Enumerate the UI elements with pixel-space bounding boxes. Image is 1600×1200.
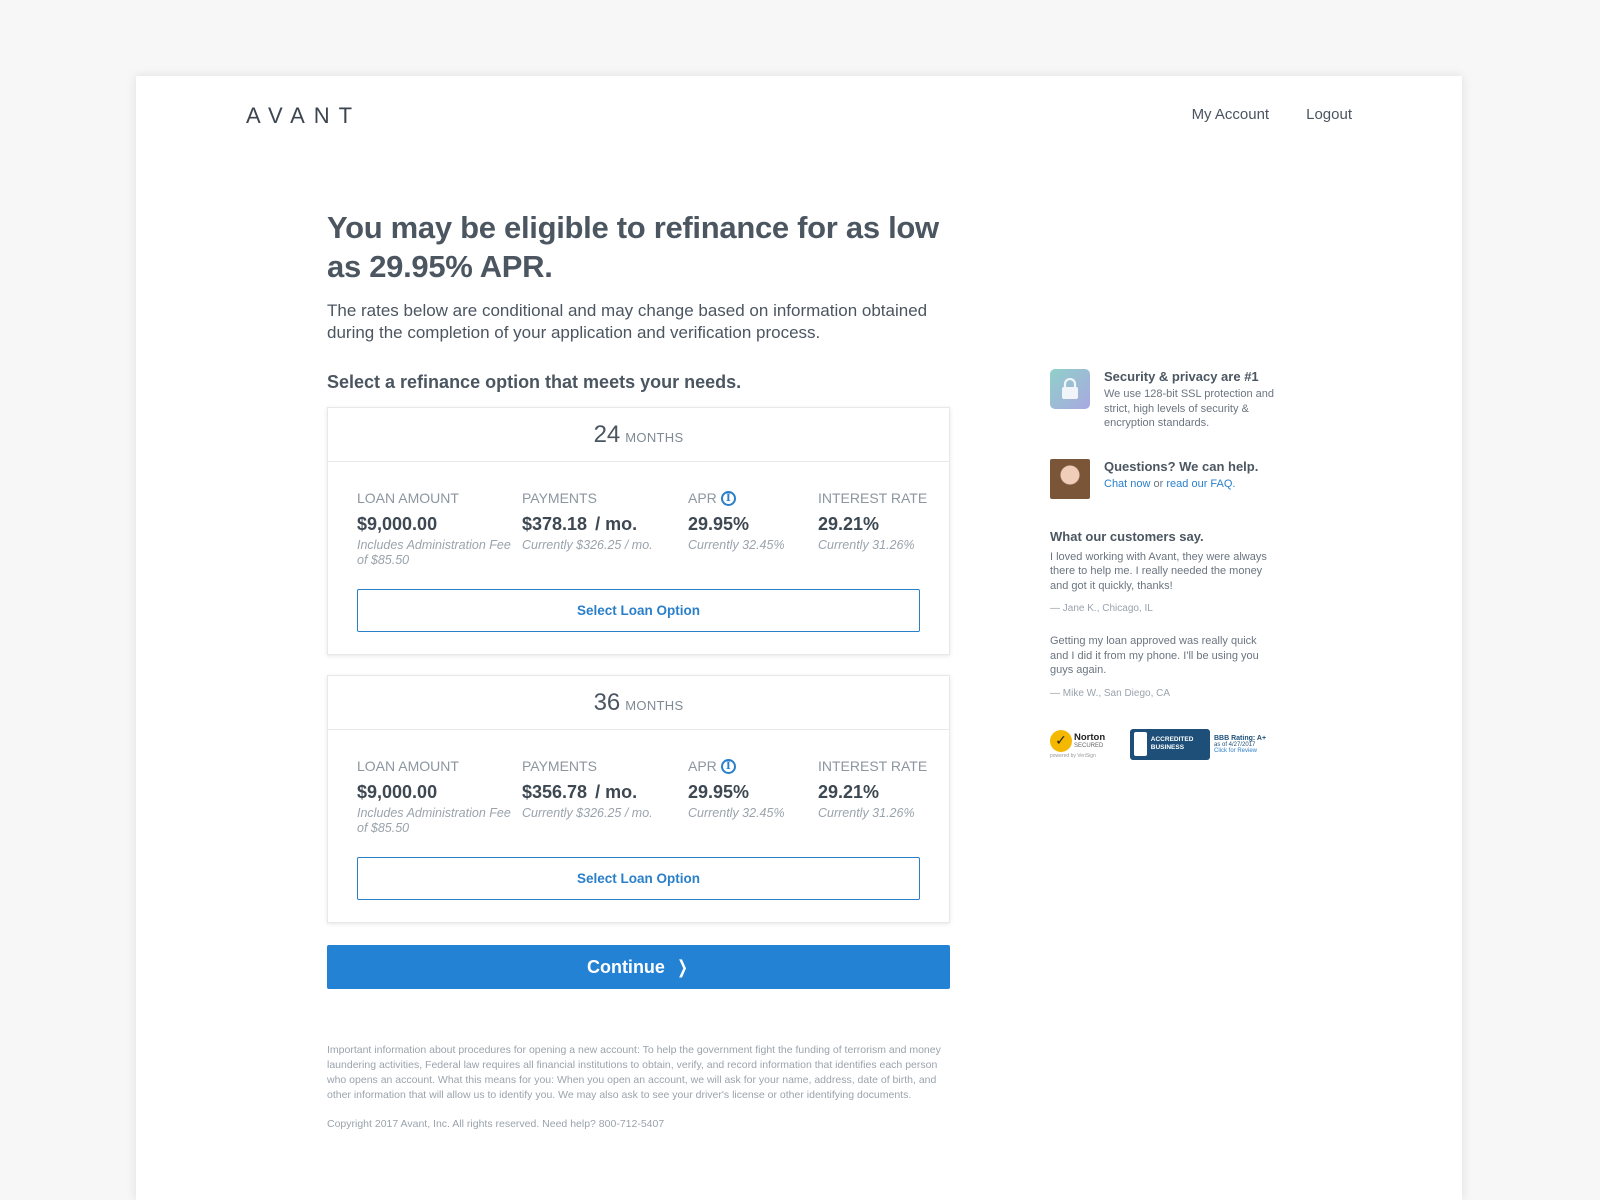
security-text: We use 128-bit SSL protection and strict… [1104, 388, 1274, 429]
info-icon[interactable]: i [720, 490, 736, 506]
norton-name: Norton [1074, 731, 1106, 743]
top-nav: My Account Logout [1192, 106, 1352, 123]
bbb-logo-icon [1134, 732, 1147, 756]
bbb-rating: BBB Rating: A+ [1214, 734, 1267, 742]
page-title: You may be eligible to refinance for as … [327, 210, 939, 284]
logo-text: AVANT [246, 103, 362, 128]
page-container: AVANT My Account Logout You may be eligi… [136, 76, 1462, 1200]
security-block: Security & privacy are #1 We use 128-bit… [1050, 369, 1280, 431]
loan-amount-col: LOAN AMOUNT $9,000.00 Includes Administr… [357, 757, 522, 836]
loan-amount-note: Includes Administration Fee of $85.50 [357, 806, 511, 835]
testimonial-author: — Mike W., San Diego, CA [1050, 687, 1171, 699]
help-or: or [1153, 477, 1164, 490]
apr-label: APR [688, 758, 717, 774]
interest-rate-value: 29.21% [818, 514, 880, 534]
apr-value: 29.95% [688, 782, 750, 802]
testimonials-heading: What our customers say. [1050, 528, 1204, 544]
term-unit: MONTHS [625, 429, 684, 445]
sidebar: Security & privacy are #1 We use 128-bit… [1050, 369, 1280, 760]
apr-col: APR i 29.95% Currently 32.45% [688, 757, 818, 836]
payments-col: PAYMENTS $378.18 / mo. Currently $326.25 … [522, 489, 688, 568]
loan-option-card: 24 MONTHS LOAN AMOUNT $9,000.00 Includes… [327, 407, 950, 655]
select-loan-option-button[interactable]: Select Loan Option [357, 857, 920, 900]
info-icon[interactable]: i [720, 758, 736, 774]
bbb-review-link[interactable]: Click for Review [1214, 748, 1257, 754]
select-heading: Select a refinance option that meets you… [327, 372, 742, 392]
term-header: 36 MONTHS [328, 676, 949, 730]
nav-my-account[interactable]: My Account [1192, 106, 1270, 123]
continue-label: Continue [586, 956, 665, 977]
testimonial-quote: Getting my loan approved was really quic… [1050, 635, 1259, 676]
avatar [1050, 458, 1090, 499]
payments-label: PAYMENTS [522, 490, 597, 506]
loan-amount-col: LOAN AMOUNT $9,000.00 Includes Administr… [357, 489, 522, 568]
payments-label: PAYMENTS [522, 758, 597, 774]
checkmark-icon: ✓ [1050, 729, 1072, 752]
security-title: Security & privacy are #1 [1104, 369, 1259, 384]
norton-seal[interactable]: ✓ Norton SECURED powered by VeriSign [1050, 729, 1112, 759]
payment-value: $378.18 [522, 514, 588, 534]
interest-rate-note: Currently 31.26% [818, 538, 915, 552]
interest-rate-label: INTEREST RATE [818, 490, 928, 506]
loan-amount-value: $9,000.00 [357, 514, 438, 534]
copyright: Copyright 2017 Avant, Inc. All rights re… [327, 1118, 665, 1130]
term-months: 36 [593, 688, 621, 716]
testimonial-quote: I loved working with Avant, they were al… [1050, 550, 1267, 592]
loan-amount-label: LOAN AMOUNT [357, 758, 459, 774]
help-title: Questions? We can help. [1104, 458, 1259, 474]
nav-logout[interactable]: Logout [1306, 106, 1352, 123]
loan-amount-label: LOAN AMOUNT [357, 490, 459, 506]
payment-unit: / mo. [595, 514, 638, 534]
lock-icon [1050, 369, 1090, 409]
main-column: You may be eligible to refinance for as … [327, 208, 950, 1130]
interest-rate-note: Currently 31.26% [818, 806, 915, 820]
loan-option-card: 36 MONTHS LOAN AMOUNT $9,000.00 Includes… [327, 675, 950, 923]
interest-rate-value: 29.21% [818, 782, 880, 802]
trust-badges: ✓ Norton SECURED powered by VeriSign ACC… [1050, 728, 1280, 760]
apr-note: Currently 32.45% [688, 538, 785, 552]
chevron-right-icon: ❯ [677, 956, 688, 977]
apr-value: 29.95% [688, 514, 750, 534]
payment-note: Currently $326.25 / mo. [522, 806, 653, 820]
interest-rate-label: INTEREST RATE [818, 758, 928, 774]
interest-rate-col: INTEREST RATE 29.21% Currently 31.26% [818, 757, 928, 836]
bbb-badge-text: ACCREDITED BUSINESS [1150, 736, 1194, 751]
apr-label: APR [688, 490, 717, 506]
help-block: Questions? We can help. Chat now or read… [1050, 458, 1280, 499]
chat-now-link[interactable]: Chat now [1104, 478, 1150, 490]
interest-rate-col: INTEREST RATE 29.21% Currently 31.26% [818, 489, 928, 568]
payment-unit: / mo. [595, 782, 638, 802]
norton-secured: SECURED [1074, 742, 1104, 749]
norton-powered: powered by VeriSign [1050, 752, 1096, 759]
payment-value: $356.78 [522, 782, 588, 802]
apr-note: Currently 32.45% [688, 806, 785, 820]
payments-col: PAYMENTS $356.78 / mo. Currently $326.25 … [522, 757, 688, 836]
select-loan-option-button[interactable]: Select Loan Option [357, 589, 920, 632]
term-header: 24 MONTHS [328, 408, 949, 462]
faq-link[interactable]: read our FAQ. [1166, 478, 1235, 490]
bbb-seal[interactable]: ACCREDITED BUSINESS BBB Rating: A+ as of… [1130, 728, 1267, 760]
loan-amount-value: $9,000.00 [357, 782, 438, 802]
term-unit: MONTHS [625, 697, 684, 713]
payment-note: Currently $326.25 / mo. [522, 538, 653, 552]
continue-button[interactable]: Continue ❯ [327, 945, 950, 989]
loan-amount-note: Includes Administration Fee of $85.50 [357, 538, 511, 567]
legal-notice: Important information about procedures f… [327, 1044, 941, 1101]
avant-logo[interactable]: AVANT [246, 103, 362, 128]
page-subtitle: The rates below are conditional and may … [327, 301, 928, 342]
apr-col: APR i 29.95% Currently 32.45% [688, 489, 818, 568]
term-months: 24 [593, 420, 621, 448]
testimonial-author: — Jane K., Chicago, IL [1050, 603, 1153, 614]
